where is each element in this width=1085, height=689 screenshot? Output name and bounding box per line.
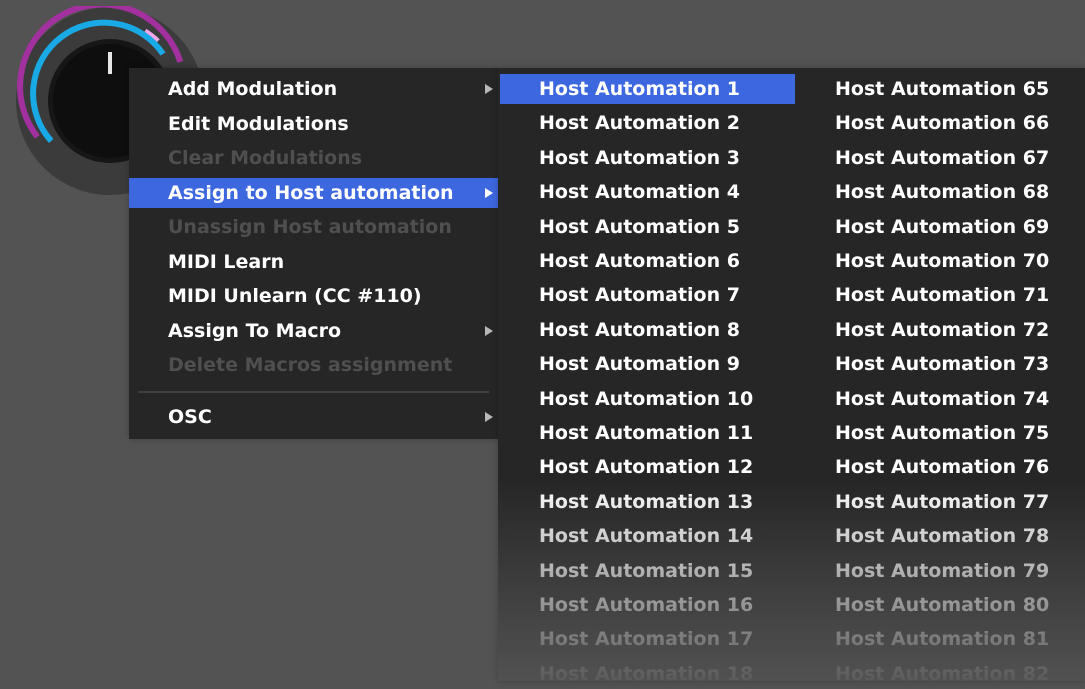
submenu-item-host-automation[interactable]: Host Automation 65: [795, 74, 1085, 104]
submenu-item-host-automation[interactable]: Host Automation 2: [500, 108, 795, 138]
menu-separator: [138, 391, 489, 393]
menu-item-label: Clear Modulations: [168, 147, 363, 169]
submenu-item-host-automation[interactable]: Host Automation 16: [500, 590, 795, 620]
submenu-item-host-automation[interactable]: Host Automation 9: [500, 349, 795, 379]
submenu-item-host-automation[interactable]: Host Automation 78: [795, 521, 1085, 551]
submenu-item-host-automation[interactable]: Host Automation 70: [795, 246, 1085, 276]
submenu-item-host-automation[interactable]: Host Automation 82: [795, 659, 1085, 689]
submenu-item-host-automation[interactable]: Host Automation 4: [500, 177, 795, 207]
menu-item-label: Delete Macros assignment: [168, 354, 453, 376]
submenu-arrow-icon: [485, 412, 493, 422]
menu-item-label: Unassign Host automation: [168, 216, 452, 238]
submenu-item-host-automation[interactable]: Host Automation 14: [500, 521, 795, 551]
submenu-item-host-automation[interactable]: Host Automation 6: [500, 246, 795, 276]
menu-item-osc[interactable]: OSC: [129, 402, 498, 432]
submenu-item-host-automation[interactable]: Host Automation 15: [500, 556, 795, 586]
menu-item-label: Assign to Host automation: [168, 182, 454, 204]
submenu-arrow-icon: [485, 188, 493, 198]
menu-item-delete-macros-assignment: Delete Macros assignment: [129, 350, 498, 380]
host-automation-submenu: Host Automation 1 Host Automation 2 Host A…: [498, 68, 1085, 685]
menu-item-assign-host-automation[interactable]: Assign to Host automation: [129, 178, 498, 208]
submenu-item-host-automation[interactable]: Host Automation 77: [795, 487, 1085, 517]
menu-item-midi-unlearn[interactable]: MIDI Unlearn (CC #110): [129, 281, 498, 311]
menu-item-add-modulation[interactable]: Add Modulation: [129, 74, 498, 104]
submenu-item-host-automation[interactable]: Host Automation 75: [795, 418, 1085, 448]
menu-item-label: Edit Modulations: [168, 113, 349, 135]
submenu-item-host-automation[interactable]: Host Automation 73: [795, 349, 1085, 379]
knob-indicator: [108, 52, 112, 74]
submenu-item-host-automation[interactable]: Host Automation 66: [795, 108, 1085, 138]
submenu-arrow-icon: [485, 326, 493, 336]
menu-item-midi-learn[interactable]: MIDI Learn: [129, 247, 498, 277]
submenu-item-host-automation[interactable]: Host Automation 5: [500, 212, 795, 242]
submenu-item-host-automation[interactable]: Host Automation 71: [795, 280, 1085, 310]
menu-item-unassign-host-automation: Unassign Host automation: [129, 212, 498, 242]
menu-item-edit-modulations[interactable]: Edit Modulations: [129, 109, 498, 139]
submenu-item-host-automation[interactable]: Host Automation 74: [795, 384, 1085, 414]
submenu-item-host-automation[interactable]: Host Automation 8: [500, 315, 795, 345]
submenu-item-host-automation[interactable]: Host Automation 12: [500, 452, 795, 482]
menu-item-label: Add Modulation: [168, 78, 338, 100]
submenu-item-host-automation[interactable]: Host Automation 7: [500, 280, 795, 310]
submenu-item-host-automation[interactable]: Host Automation 1: [500, 74, 795, 104]
menu-item-label: MIDI Learn: [168, 251, 285, 273]
submenu-arrow-icon: [485, 84, 493, 94]
submenu-item-host-automation[interactable]: Host Automation 67: [795, 143, 1085, 173]
submenu-item-host-automation[interactable]: Host Automation 76: [795, 452, 1085, 482]
menu-item-clear-modulations: Clear Modulations: [129, 143, 498, 173]
submenu-item-host-automation[interactable]: Host Automation 11: [500, 418, 795, 448]
menu-item-label: Assign To Macro: [168, 320, 342, 342]
submenu-item-host-automation[interactable]: Host Automation 81: [795, 624, 1085, 654]
submenu-item-host-automation[interactable]: Host Automation 69: [795, 212, 1085, 242]
submenu-item-host-automation[interactable]: Host Automation 80: [795, 590, 1085, 620]
submenu-item-host-automation[interactable]: Host Automation 10: [500, 384, 795, 414]
context-menu: Add Modulation Edit Modulations Clear Mo…: [129, 68, 498, 439]
menu-item-label: OSC: [168, 406, 212, 428]
submenu-item-host-automation[interactable]: Host Automation 18: [500, 659, 795, 689]
menu-item-label: MIDI Unlearn (CC #110): [168, 285, 422, 307]
submenu-item-host-automation[interactable]: Host Automation 68: [795, 177, 1085, 207]
submenu-item-host-automation[interactable]: Host Automation 13: [500, 487, 795, 517]
menu-item-assign-to-macro[interactable]: Assign To Macro: [129, 316, 498, 346]
submenu-item-host-automation[interactable]: Host Automation 79: [795, 556, 1085, 586]
submenu-item-host-automation[interactable]: Host Automation 3: [500, 143, 795, 173]
submenu-item-host-automation[interactable]: Host Automation 17: [500, 624, 795, 654]
submenu-item-host-automation[interactable]: Host Automation 72: [795, 315, 1085, 345]
